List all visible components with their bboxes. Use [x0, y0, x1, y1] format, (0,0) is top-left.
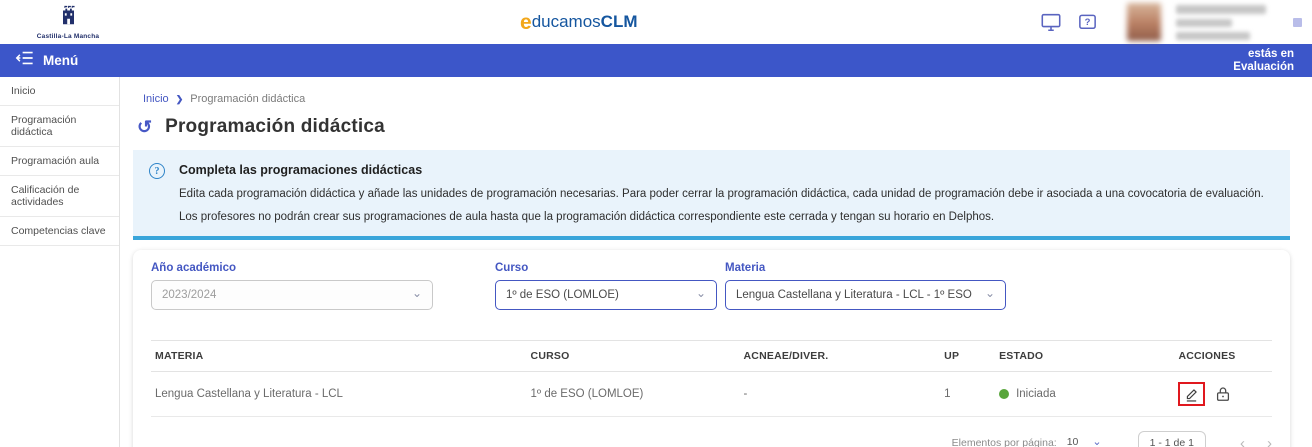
anio-academico-value: 2023/2024 [162, 289, 216, 301]
items-per-page-label: Elementos por página: [952, 437, 1057, 447]
curso-value: 1º de ESO (LOMLOE) [506, 289, 619, 301]
pagination: Elementos por página: 10 ⌄ 1 - 1 de 1 ‹ … [151, 431, 1272, 447]
logo-text: ducamos [532, 12, 601, 32]
cell-up: 1 [940, 372, 995, 417]
anio-academico-label: Año académico [151, 262, 433, 274]
sidebar-item-competencias-clave[interactable]: Competencias clave [0, 217, 119, 246]
cell-estado: Iniciada [995, 372, 1174, 417]
logo-letter-e: e [520, 12, 532, 33]
status-dot-green [999, 389, 1009, 399]
col-acciones: ACCIONES [1174, 341, 1272, 372]
context-line1: estás en [1233, 48, 1294, 61]
col-acneae: ACNEAE/DIVER. [740, 341, 941, 372]
user-name-blurred [1176, 5, 1268, 40]
sidebar: Inicio Programación didáctica Programaci… [0, 77, 120, 447]
next-page-icon[interactable]: › [1267, 435, 1272, 447]
educamosclm-logo: educamosCLM [520, 0, 638, 44]
cell-acneae: - [740, 372, 941, 417]
context-indicator: estás en Evaluación [1233, 48, 1294, 74]
page-size-value: 10 [1067, 436, 1079, 447]
user-avatar[interactable] [1127, 3, 1161, 41]
col-materia: MATERIA [151, 341, 527, 372]
materia-label: Materia [725, 262, 1006, 274]
chevron-down-icon: ⌄ [1092, 435, 1101, 447]
materia-value: Lengua Castellana y Literatura - LCL - 1… [736, 289, 972, 301]
breadcrumb-current: Programación didáctica [190, 93, 305, 105]
lock-icon[interactable] [1214, 385, 1232, 403]
anio-academico-select[interactable]: 2023/2024 ⌄ [151, 280, 433, 310]
sidebar-item-inicio[interactable]: Inicio [0, 77, 119, 106]
breadcrumb: Inicio ❯ Programación didáctica [143, 93, 1290, 105]
castle-emblem-icon [59, 5, 78, 32]
sidebar-item-calificacion-actividades[interactable]: Calificación de actividades [0, 176, 119, 217]
mini-square-icon [1293, 18, 1302, 27]
body: Inicio Programación didáctica Programaci… [0, 77, 1312, 447]
curso-label: Curso [495, 262, 717, 274]
info-icon: ? [149, 163, 165, 179]
sidebar-item-programacion-didactica[interactable]: Programación didáctica [0, 106, 119, 147]
field-anio-academico: Año académico 2023/2024 ⌄ [151, 262, 433, 310]
chevron-down-icon: ⌄ [412, 286, 422, 300]
cell-curso: 1º de ESO (LOMLOE) [527, 372, 740, 417]
page-title: Programación didáctica [165, 116, 385, 138]
chevron-down-icon: ⌄ [696, 286, 706, 300]
materia-select[interactable]: Lengua Castellana y Literatura - LCL - 1… [725, 280, 1006, 310]
context-line2: Evaluación [1233, 61, 1294, 74]
field-curso: Curso 1º de ESO (LOMLOE) ⌄ [495, 262, 717, 310]
sidebar-item-programacion-aula[interactable]: Programación aula [0, 147, 119, 176]
col-curso: CURSO [527, 341, 740, 372]
main-content: Inicio ❯ Programación didáctica ↺ Progra… [120, 77, 1312, 447]
menu-collapse-icon [14, 49, 34, 72]
table-row: Lengua Castellana y Literatura - LCL 1º … [151, 372, 1272, 417]
col-up: UP [940, 341, 995, 372]
prev-page-icon[interactable]: ‹ [1240, 435, 1245, 447]
programaciones-table: MATERIA CURSO ACNEAE/DIVER. UP ESTADO AC… [151, 340, 1272, 417]
menu-label: Menú [43, 53, 78, 68]
highlight-annotation-box [1178, 382, 1205, 406]
info-banner-title: Completa las programaciones didácticas [179, 163, 1274, 177]
chevron-right-icon: ❯ [176, 94, 184, 105]
help-chat-icon[interactable]: ? [1077, 12, 1098, 33]
monitor-icon[interactable] [1040, 11, 1062, 33]
header-actions: ? [1040, 0, 1302, 44]
col-estado: ESTADO [995, 341, 1174, 372]
filters: Año académico 2023/2024 ⌄ Curso 1º de ES… [151, 262, 1272, 310]
menu-button[interactable]: Menú [14, 49, 78, 72]
info-banner: ? Completa las programaciones didácticas… [133, 150, 1290, 240]
status-label: Iniciada [1016, 388, 1056, 400]
info-banner-line1: Edita cada programación didáctica y añad… [179, 188, 1274, 200]
svg-text:?: ? [1085, 17, 1091, 28]
breadcrumb-home-link[interactable]: Inicio [143, 93, 169, 105]
content-card: Año académico 2023/2024 ⌄ Curso 1º de ES… [133, 250, 1290, 447]
jccm-logo: Castilla-La Mancha [22, 5, 114, 40]
logo-clm: CLM [601, 12, 638, 32]
brand-name: Castilla-La Mancha [37, 33, 99, 40]
page-range-badge: 1 - 1 de 1 [1138, 431, 1206, 447]
edit-pencil-icon[interactable] [1183, 386, 1200, 403]
cell-acciones [1174, 372, 1272, 417]
back-undo-icon[interactable]: ↺ [137, 118, 152, 136]
info-banner-line2: Los profesores no podrán crear sus progr… [179, 211, 1274, 223]
field-materia: Materia Lengua Castellana y Literatura -… [725, 262, 1006, 310]
table-header-row: MATERIA CURSO ACNEAE/DIVER. UP ESTADO AC… [151, 341, 1272, 372]
cell-materia: Lengua Castellana y Literatura - LCL [151, 372, 527, 417]
curso-select[interactable]: 1º de ESO (LOMLOE) ⌄ [495, 280, 717, 310]
title-row: ↺ Programación didáctica [137, 116, 1290, 138]
menubar: Menú estás en Evaluación [0, 44, 1312, 77]
chevron-down-icon: ⌄ [985, 286, 995, 300]
page-size-select[interactable]: 10 ⌄ [1065, 435, 1104, 447]
top-header: Castilla-La Mancha educamosCLM ? [0, 0, 1312, 44]
